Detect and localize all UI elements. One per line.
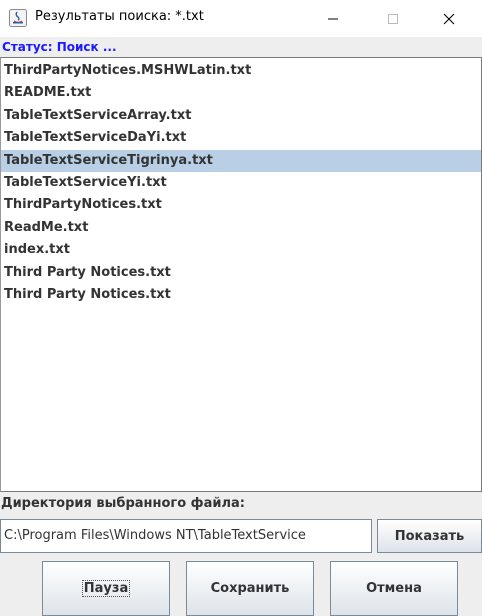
file-list-item[interactable]: TableTextServiceTigrinya.txt	[1, 149, 481, 172]
file-list-item[interactable]: TableTextServiceYi.txt	[1, 172, 481, 194]
maximize-icon	[388, 13, 398, 24]
file-list[interactable]: ThirdPartyNotices.MSHWLatin.txt README.tx…	[0, 57, 482, 492]
maximize-button[interactable]	[370, 0, 416, 37]
directory-label: Директория выбранного файла:	[1, 496, 245, 511]
file-list-item[interactable]: Third Party Notices.txt	[1, 262, 481, 284]
file-list-item[interactable]: ReadMe.txt	[1, 217, 481, 239]
file-list-item[interactable]: ThirdPartyNotices.txt	[1, 194, 481, 216]
show-button[interactable]: Показать	[377, 519, 482, 553]
file-list-item[interactable]: TableTextServiceArray.txt	[1, 105, 481, 127]
file-list-item[interactable]: index.txt	[1, 239, 481, 261]
pause-button[interactable]: Пауза	[42, 561, 170, 616]
pause-button-label: Пауза	[81, 580, 131, 597]
directory-path-field[interactable]: C:\Program Files\Windows NT\TableTextSer…	[0, 519, 372, 553]
close-icon	[443, 13, 455, 24]
status-text: Статус: Поиск ...	[2, 40, 117, 54]
file-list-item[interactable]: Third Party Notices.txt	[1, 284, 481, 306]
file-list-item[interactable]: README.txt	[1, 82, 481, 104]
close-button[interactable]	[426, 0, 472, 37]
minimize-button[interactable]	[310, 0, 356, 37]
title-bar[interactable]: Результаты поиска: *.txt	[0, 0, 482, 37]
file-list-item[interactable]: ThirdPartyNotices.MSHWLatin.txt	[1, 60, 481, 82]
window-title: Результаты поиска: *.txt	[35, 9, 204, 24]
file-list-item[interactable]: TableTextServiceDaYi.txt	[1, 127, 481, 149]
minimize-icon	[328, 18, 338, 19]
cancel-button[interactable]: Отмена	[330, 561, 458, 616]
status-bar: Статус: Поиск ...	[0, 37, 482, 57]
save-button[interactable]: Сохранить	[186, 561, 314, 616]
java-app-icon	[9, 9, 27, 27]
search-results-window: Результаты поиска: *.txt Статус: Поиск .…	[0, 0, 482, 616]
